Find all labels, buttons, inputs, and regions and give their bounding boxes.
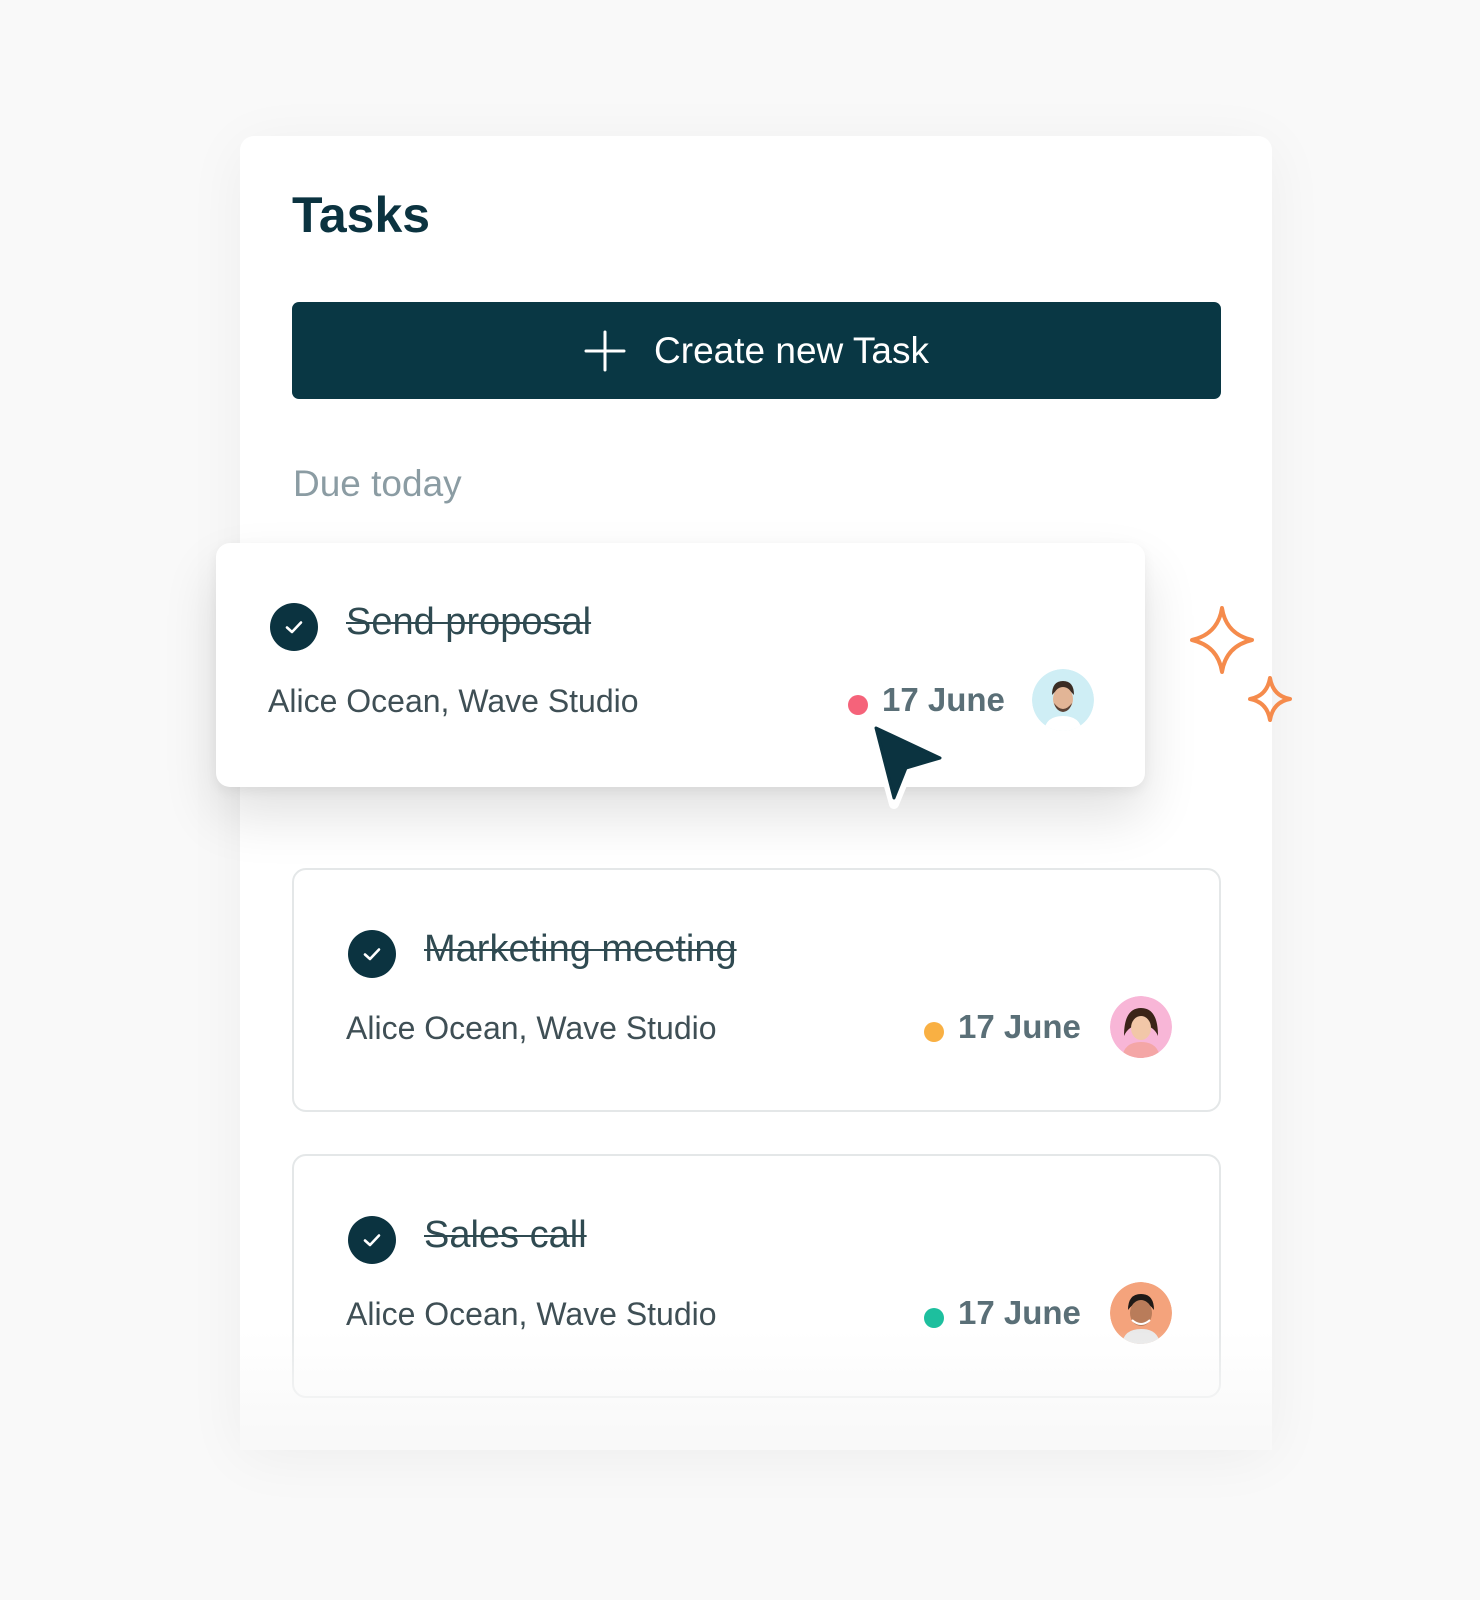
section-label-due-today: Due today (293, 463, 462, 504)
check-icon[interactable] (270, 603, 318, 651)
task-card[interactable]: Sales call Alice Ocean, Wave Studio 17 J… (292, 1154, 1221, 1398)
task-date: 17 June (958, 1294, 1081, 1331)
avatar[interactable] (1110, 1282, 1172, 1344)
task-meta: Alice Ocean, Wave Studio (346, 1296, 717, 1332)
task-title: Marketing meeting (424, 928, 737, 970)
task-card[interactable]: Marketing meeting Alice Ocean, Wave Stud… (292, 868, 1221, 1112)
check-icon[interactable] (348, 1216, 396, 1264)
task-title: Sales call (424, 1214, 587, 1256)
status-dot (924, 1022, 944, 1042)
create-task-label: Create new Task (654, 329, 929, 371)
cursor-icon (867, 719, 951, 809)
task-meta: Alice Ocean, Wave Studio (346, 1010, 717, 1046)
task-meta: Alice Ocean, Wave Studio (268, 683, 639, 719)
plus-icon (584, 330, 626, 371)
task-title: Send proposal (346, 601, 592, 643)
sparkle-icon (1190, 606, 1292, 722)
create-task-button[interactable]: Create new Task (292, 302, 1221, 399)
page-title: Tasks (292, 187, 431, 243)
status-dot (848, 695, 868, 715)
status-dot (924, 1308, 944, 1328)
avatar[interactable] (1110, 996, 1172, 1058)
task-date: 17 June (958, 1008, 1081, 1045)
avatar[interactable] (1032, 669, 1094, 731)
task-date: 17 June (882, 681, 1005, 718)
check-icon[interactable] (348, 930, 396, 978)
task-card-floating[interactable]: Send proposal Alice Ocean, Wave Studio 1… (216, 543, 1145, 787)
